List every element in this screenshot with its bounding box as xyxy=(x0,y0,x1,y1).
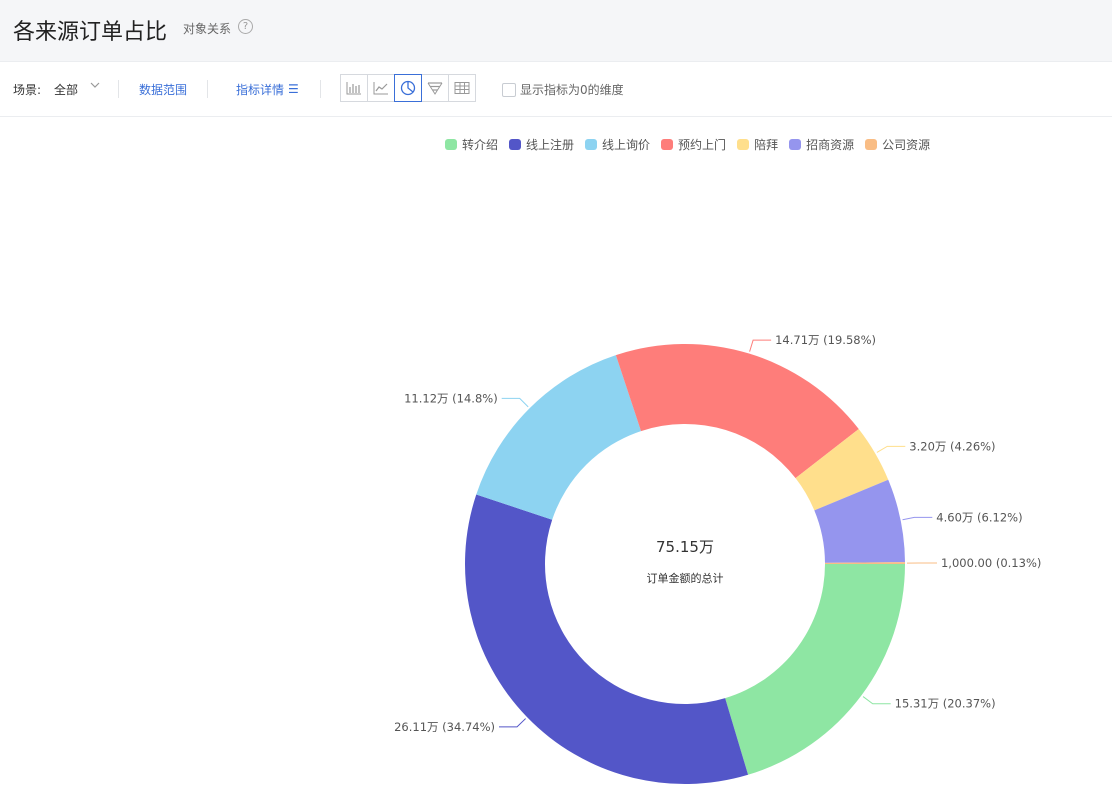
slice-label: 1,000.00 (0.13%) xyxy=(941,556,1041,570)
slice-label: 4.60万 (6.12%) xyxy=(936,510,1022,524)
donut-slices xyxy=(465,343,905,784)
center-total-value: 75.15万 xyxy=(656,538,714,556)
slice-leader-line xyxy=(749,339,772,352)
pie-chart-button[interactable] xyxy=(394,74,422,102)
center-total-label: 订单金额的总计 xyxy=(647,571,724,585)
slice-leader-line xyxy=(862,696,891,705)
slice-label: 15.31万 (20.37%) xyxy=(895,697,996,711)
donut-slice[interactable] xyxy=(476,355,642,520)
slice-label: 11.12万 (14.8%) xyxy=(404,391,498,405)
slice-leader-line xyxy=(499,718,526,728)
slice-leader-line xyxy=(876,445,906,453)
slice-label: 14.71万 (19.58%) xyxy=(775,333,876,347)
slice-leader-line xyxy=(501,397,529,408)
slice-label: 26.11万 (34.74%) xyxy=(394,720,495,734)
pie-chart-icon xyxy=(400,80,416,96)
slice-label: 3.20万 (4.26%) xyxy=(909,439,995,453)
donut-slice[interactable] xyxy=(725,564,905,775)
slice-leader-line xyxy=(902,516,933,521)
donut-chart: 15.31万 (20.37%) 26.11万 (34.74%) 11.12万 (14… xyxy=(394,333,1041,784)
